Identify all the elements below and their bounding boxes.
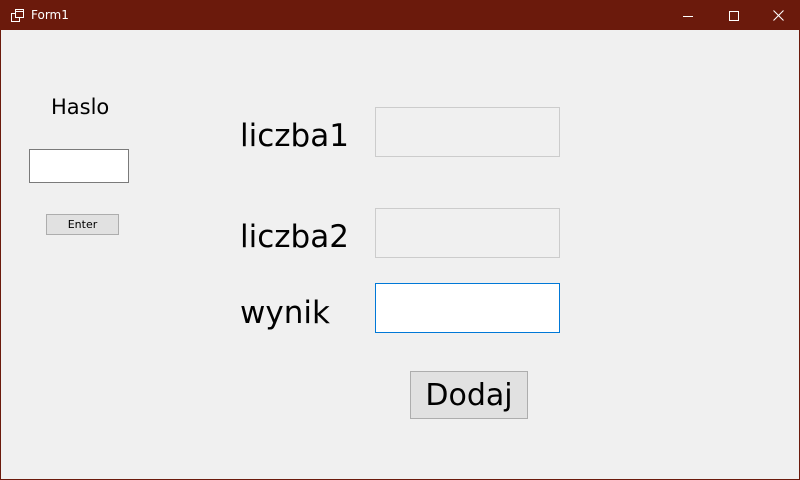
result-label: wynik: [240, 295, 330, 331]
password-field[interactable]: [29, 149, 129, 183]
window-app-icon: [11, 8, 25, 22]
result-field[interactable]: [375, 283, 560, 333]
window-title: Form1: [31, 8, 69, 22]
enter-button[interactable]: Enter: [46, 214, 119, 235]
title-bar[interactable]: Form1: [1, 0, 799, 30]
close-icon: [772, 6, 784, 25]
close-button[interactable]: [755, 0, 799, 30]
password-label: Haslo: [51, 95, 110, 119]
number2-field[interactable]: [375, 208, 560, 258]
maximize-button[interactable]: [711, 0, 757, 30]
number1-field[interactable]: [375, 107, 560, 157]
number2-label: liczba2: [240, 219, 349, 255]
minimize-button[interactable]: [665, 0, 711, 30]
number1-label: liczba1: [240, 118, 349, 154]
form-window: Form1 Haslo Enter liczba1 liczba2 wynik …: [0, 0, 800, 480]
minimize-icon: [683, 6, 693, 25]
add-button[interactable]: Dodaj: [410, 371, 528, 419]
maximize-icon: [729, 6, 739, 25]
